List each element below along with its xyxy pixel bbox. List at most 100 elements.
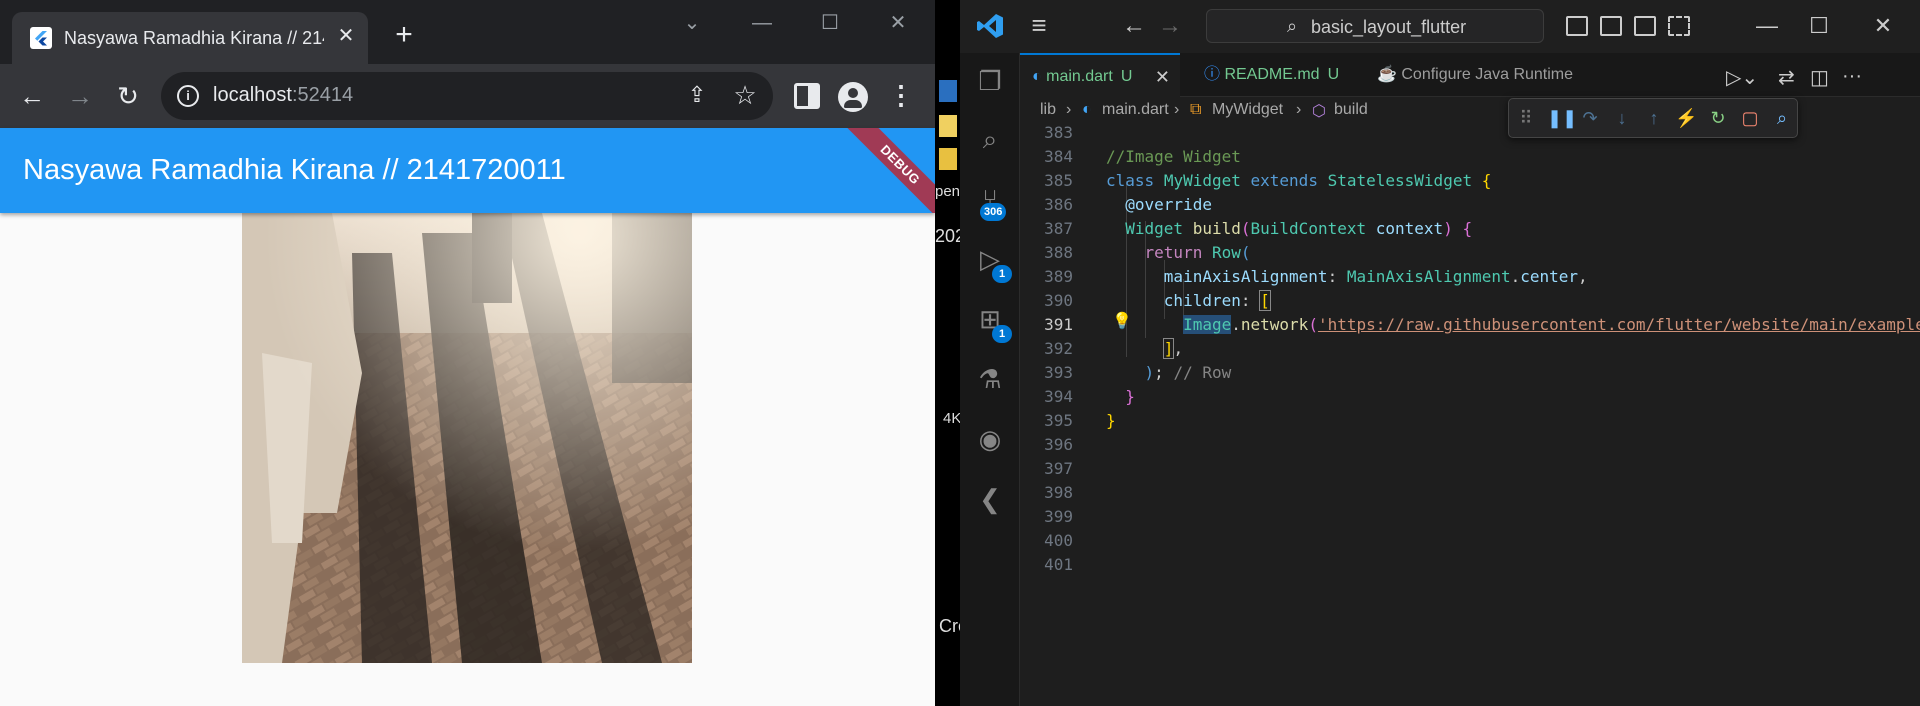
strip-label: pen	[935, 183, 960, 200]
vscode-logo-icon	[977, 14, 1003, 38]
url-text: localhost:52414	[213, 84, 354, 106]
method-symbol-icon: ⬡	[1312, 103, 1326, 120]
line-number: 398	[1044, 483, 1073, 502]
toggle-panel-icon[interactable]	[1600, 16, 1622, 36]
tab-main-dart[interactable]: ◐ main.dart U ✕	[1020, 53, 1180, 97]
compare-icon[interactable]: ⇄	[1778, 65, 1795, 90]
split-editor-icon[interactable]: ◫	[1810, 65, 1829, 90]
code-line: Widget build(BuildContext context) {	[1125, 219, 1473, 238]
flutter-icon[interactable]: ❮	[974, 483, 1006, 515]
share-icon[interactable]: ⇪	[683, 82, 711, 110]
new-tab-button[interactable]: +	[388, 20, 420, 52]
line-number: 399	[1044, 507, 1073, 526]
restart-icon[interactable]: ↻	[1707, 107, 1729, 129]
browser-tab[interactable]: Nasyawa Ramadhia Kirana // 2141720011 ✕	[12, 12, 368, 64]
tab-close-icon[interactable]: ✕	[1155, 55, 1170, 99]
step-into-icon[interactable]: ↓	[1611, 107, 1633, 129]
more-actions-icon[interactable]: ···	[1842, 65, 1862, 88]
breadcrumb-item[interactable]: main.dart	[1102, 101, 1169, 119]
desktop: Nasyawa Ramadhia Kirana // 2141720011 ✕ …	[0, 0, 1920, 706]
line-number: 396	[1044, 435, 1073, 454]
code-line: return Row(	[1144, 243, 1251, 262]
forward-arrow-icon[interactable]: →	[1156, 12, 1184, 40]
folder-icon	[939, 115, 957, 137]
tab-title: Nasyawa Ramadhia Kirana // 2141720011	[64, 28, 324, 48]
network-image	[242, 213, 692, 663]
stop-icon[interactable]: ▢	[1739, 107, 1761, 129]
app-icon	[939, 80, 957, 102]
back-arrow-icon[interactable]: ←	[1120, 12, 1148, 40]
code-line: //Image Widget	[1106, 147, 1241, 166]
breadcrumb-item[interactable]: lib	[1040, 101, 1056, 119]
line-number: 394	[1044, 387, 1073, 406]
strip-label: Cre	[939, 616, 960, 636]
code-line: Image.network('https://raw.githubusercon…	[1183, 315, 1920, 334]
app-bar-title: Nasyawa Ramadhia Kirana // 2141720011	[23, 154, 566, 186]
info-icon: ⓘ	[1204, 66, 1225, 83]
drag-handle-icon[interactable]: ⠿	[1515, 107, 1537, 129]
code-editor[interactable]: 383 384 385 386 387 388 389 390 391 392 …	[1020, 123, 1920, 706]
line-number: 383	[1044, 123, 1073, 142]
line-number: 387	[1044, 219, 1073, 238]
code-line: mainAxisAlignment: MainAxisAlignment.cen…	[1163, 267, 1588, 286]
run-icon[interactable]: ▷⌄	[1726, 65, 1758, 90]
explorer-icon[interactable]: ❐	[974, 65, 1006, 97]
maximize-button[interactable]: ☐	[808, 8, 852, 38]
code-line: ); // Row	[1144, 363, 1232, 382]
customize-layout-icon[interactable]	[1668, 16, 1690, 36]
bookmark-star-icon[interactable]: ☆	[731, 81, 759, 109]
close-window-button[interactable]: ✕	[876, 8, 920, 38]
dart-file-icon: ◐	[1032, 68, 1047, 85]
github-icon[interactable]: ◉	[974, 423, 1006, 455]
back-arrow-icon[interactable]: ←	[14, 78, 50, 114]
side-panel-icon[interactable]	[794, 83, 820, 109]
code-line: children: [	[1163, 290, 1271, 311]
testing-icon[interactable]: ⚗	[974, 363, 1006, 395]
breadcrumb-item[interactable]: build	[1334, 101, 1368, 119]
tab-search-icon[interactable]: ⌄	[670, 8, 714, 38]
source-control-badge: 306	[980, 203, 1007, 221]
dart-file-icon: ◐	[1082, 101, 1092, 118]
close-window-button[interactable]: ✕	[1860, 10, 1906, 42]
site-info-icon[interactable]: i	[177, 85, 199, 107]
coffee-icon: ☕	[1377, 66, 1402, 83]
browser-toolbar: ← → ↻ i localhost:52414 ⇪ ☆ ⋮	[0, 64, 935, 128]
run-debug-badge: 1	[992, 265, 1012, 283]
flutter-favicon-icon	[30, 27, 52, 49]
search-icon[interactable]: ⌕	[974, 123, 1006, 155]
command-center-search[interactable]: ⌕ basic_layout_flutter	[1206, 9, 1544, 43]
line-number: 389	[1044, 267, 1073, 286]
profile-avatar-icon[interactable]	[838, 82, 868, 112]
breadcrumb-item[interactable]: MyWidget	[1212, 101, 1283, 119]
tab-close-icon[interactable]: ✕	[334, 24, 358, 48]
maximize-button[interactable]: ☐	[1796, 10, 1842, 42]
line-number: 385	[1044, 171, 1073, 190]
tab-configure-java[interactable]: ☕ Configure Java Runtime	[1365, 53, 1585, 97]
step-out-icon[interactable]: ↑	[1643, 107, 1665, 129]
step-over-icon[interactable]: ↷	[1579, 107, 1601, 129]
toggle-secondary-sidebar-icon[interactable]	[1634, 16, 1656, 36]
minimize-button[interactable]: —	[740, 8, 784, 38]
code-line: class MyWidget extends StatelessWidget {	[1106, 171, 1492, 190]
address-bar[interactable]: i localhost:52414 ⇪ ☆	[161, 72, 773, 120]
hot-reload-icon[interactable]: ⚡	[1675, 107, 1697, 129]
kebab-menu-icon[interactable]: ⋮	[886, 78, 916, 114]
code-line: ],	[1162, 338, 1184, 359]
flutter-app: Nasyawa Ramadhia Kirana // 2141720011 DE…	[0, 128, 935, 706]
reload-icon[interactable]: ↻	[110, 78, 146, 114]
minimize-button[interactable]: —	[1744, 10, 1790, 42]
toggle-primary-sidebar-icon[interactable]	[1566, 16, 1588, 36]
app-bar: Nasyawa Ramadhia Kirana // 2141720011 DE…	[0, 128, 935, 213]
line-number: 397	[1044, 459, 1073, 478]
search-text: basic_layout_flutter	[1311, 17, 1467, 37]
forward-arrow-icon[interactable]: →	[62, 78, 98, 114]
search-icon: ⌕	[1287, 16, 1298, 36]
pause-icon[interactable]: ❚❚	[1547, 107, 1577, 129]
line-number: 386	[1044, 195, 1073, 214]
menu-hamburger-icon[interactable]: ≡	[1026, 12, 1052, 38]
tab-readme[interactable]: ⓘ README.md U	[1192, 53, 1352, 97]
line-number: 401	[1044, 555, 1073, 574]
strip-label: 202	[935, 226, 960, 246]
inspect-widget-icon[interactable]: ⌕	[1771, 107, 1793, 129]
debug-banner: DEBUG	[839, 128, 935, 213]
